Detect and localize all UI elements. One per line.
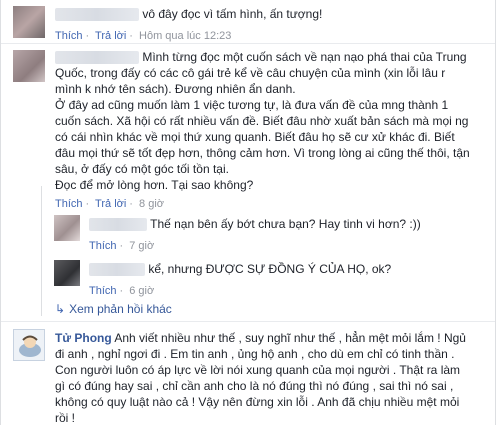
timestamp[interactable]: 6 giờ [129,285,154,297]
more-replies-label: Xem phản hồi khác [69,302,172,316]
comment-text-line: đi anh , nghỉ ngơi đi . Em tin anh , ủng… [55,347,455,361]
blurred-name [89,218,147,232]
avatar[interactable] [54,260,80,286]
comment-text: vô đây đọc vì tấm hình, ấn tượng! [142,7,323,21]
timestamp[interactable]: 8 giờ [139,198,164,210]
timestamp[interactable]: Hôm qua lúc 12:23 [139,30,231,42]
avatar[interactable] [54,215,80,241]
reply-1: Thế nạn bên ấy bớt chưa bạn? Hay tinh vi… [89,216,485,253]
reply-2: kể, nhưng ĐƯỢC SỰ ĐỒNG Ý CỦA HỌ, ok? Thí… [89,261,485,298]
commenter-name[interactable]: Tử Phong [55,331,112,345]
avatar[interactable] [13,329,45,361]
comment-text-line: mình k nhớ tên sách). Đương nhiên ẩn dan… [55,82,296,96]
blurred-name [55,51,139,65]
comment-meta: Thích · Trả lời · 8 giờ [55,198,164,210]
comment-text-line: không có quy luật nào cả ! Vậy nên đừng … [55,395,460,409]
avatar[interactable] [13,6,45,38]
comment-text-line: Mình từng đọc một cuốn sách về nạn nạo p… [142,50,467,64]
avatar[interactable] [13,50,45,82]
comment-3: Tử Phong Anh viết nhiều như thế , suy ng… [55,330,487,425]
reply-link[interactable]: Trả lời [95,198,126,210]
comment-text-line: Anh viết nhiều như thế , suy nghĩ như th… [114,331,466,345]
like-link[interactable]: Thích [55,198,83,210]
comment-text-line: cuốn sách. Xã hội có rất nhiều vấn đề. B… [55,114,469,128]
comment-thread: vô đây đọc vì tấm hình, ấn tượng! Thích ·… [0,0,496,425]
comment-text: kể, nhưng ĐƯỢC SỰ ĐỒNG Ý CỦA HỌ, ok? [148,262,392,276]
reply-arrow-icon: ↳ [55,302,66,316]
comment-text-line: Đọc để mở lòng hơn. Tại sao không? [55,178,254,192]
more-replies-link[interactable]: ↳ Xem phản hồi khác [55,302,172,316]
like-link[interactable]: Thích [89,285,117,297]
comment-text-line: sâu, ở đấy có một góc tối tồn tại. [55,162,229,176]
comment-text-line: có cái nhìn khác về mọi thứ xung quanh. … [55,130,455,144]
comment-2: Mình từng đọc một cuốn sách về nạn nạo p… [55,49,487,211]
like-link[interactable]: Thích [55,30,83,42]
cartoon-avatar-icon [14,330,44,360]
comment-meta: Thích · 6 giờ [89,285,155,297]
blurred-name [89,263,145,277]
reply-rail [41,186,42,316]
reply-link[interactable]: Trả lời [95,30,126,42]
comment-text-line: đâu mọi thứ sẽ tốt đẹp hơn, thông cảm hơ… [55,146,470,160]
comment-text-line: gì có đúng hay sai , chỉ cần anh cho là … [55,379,454,393]
comment-meta: Thích · Trả lời · Hôm qua lúc 12:23 [55,30,232,42]
like-link[interactable]: Thích [89,240,117,252]
divider [1,43,495,44]
comment-text-line: rồi ! [55,411,76,425]
comment-text-line: Quốc, trong đấy có các cô gái trẻ kể về … [55,66,446,80]
divider [1,321,495,322]
comment-meta: Thích · 7 giờ [89,240,155,252]
comment-text-line: Con người luôn có áp lực về lời nói xung… [55,363,461,377]
comment-text-line: Ở đây ad cũng muốn làm 1 việc tương tự, … [55,98,449,112]
comment-1: vô đây đọc vì tấm hình, ấn tượng! Thích ·… [55,6,485,43]
timestamp[interactable]: 7 giờ [129,240,154,252]
comment-text: Thế nạn bên ấy bớt chưa bạn? Hay tinh vi… [150,217,421,231]
blurred-name [55,8,139,22]
